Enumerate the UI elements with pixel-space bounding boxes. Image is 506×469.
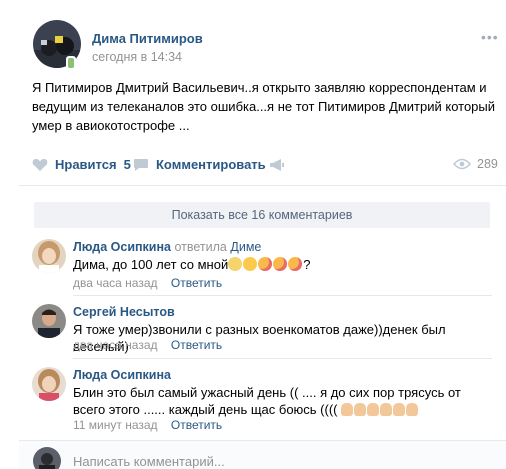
praying-hands-emoji-icon xyxy=(341,403,354,416)
views-count: 289 xyxy=(477,157,498,171)
comment-text: Дима, до 100 лет со мной? xyxy=(73,256,493,273)
kiss-emoji-icon xyxy=(273,257,288,271)
reply-prefix: ответила xyxy=(174,240,227,254)
divider xyxy=(19,185,506,186)
kiss-emoji-icon xyxy=(258,257,273,271)
comment-time[interactable]: два часа назад xyxy=(73,338,158,352)
comment-text-tail: ? xyxy=(303,257,311,272)
reply-button[interactable]: Ответить xyxy=(171,276,222,290)
show-all-comments-button[interactable]: Показать все 16 комментариев xyxy=(34,202,490,228)
comment-text: Блин это был самый ужасный день (( .... … xyxy=(73,384,483,418)
comment-author-avatar[interactable] xyxy=(32,304,66,338)
praying-hands-emoji-icon xyxy=(380,403,393,416)
divider xyxy=(73,295,492,296)
comment-button[interactable]: Комментировать xyxy=(133,157,266,172)
ellipsis-icon[interactable]: ••• xyxy=(481,29,499,45)
kiss-emoji-icon xyxy=(288,257,303,271)
comment-meta: два часа назад Ответить xyxy=(73,276,222,290)
smiling-face-emoji-icon xyxy=(243,257,258,271)
like-count: 5 xyxy=(123,157,131,172)
comment-meta: два часа назад Ответить xyxy=(73,338,222,352)
comment-author-name[interactable]: Люда Осипкина xyxy=(73,240,171,254)
post-text: Я Питимиров Дмитрий Васильевич..я открыт… xyxy=(32,80,496,133)
comment-time[interactable]: 11 минут назад xyxy=(73,418,158,432)
praying-hands-emoji-icon xyxy=(367,403,380,416)
comment-label: Комментировать xyxy=(156,157,266,172)
online-mobile-icon xyxy=(66,56,76,70)
post-timestamp[interactable]: сегодня в 14:34 xyxy=(92,50,182,64)
heart-icon xyxy=(32,158,48,171)
reply-to-link[interactable]: Диме xyxy=(230,240,261,254)
comment-text-main: Дима, до 100 лет со мной xyxy=(73,257,229,272)
comment-icon xyxy=(134,158,148,171)
praying-hands-emoji-icon xyxy=(406,403,419,416)
comment-author-avatar[interactable] xyxy=(32,367,66,401)
comment-author-avatar[interactable] xyxy=(32,239,66,273)
comment-author-name[interactable]: Люда Осипкина xyxy=(73,368,171,382)
megaphone-icon xyxy=(270,159,284,171)
post-author-name[interactable]: Дима Питимиров xyxy=(92,31,203,46)
comment-meta: 11 минут назад Ответить xyxy=(73,418,222,432)
post-card: Дима Питимиров сегодня в 14:34 ••• Я Пит… xyxy=(19,0,506,469)
eye-icon xyxy=(453,158,471,170)
current-user-avatar[interactable] xyxy=(33,447,61,469)
praying-hands-emoji-icon xyxy=(354,403,367,416)
dizzy-face-emoji-icon xyxy=(228,257,243,271)
reply-button[interactable]: Ответить xyxy=(171,418,222,432)
post-actions: Нравится 5 Комментировать 289 xyxy=(19,150,506,180)
comment-author-name[interactable]: Сергей Несытов xyxy=(73,305,175,319)
comment-composer: Написать комментарий... xyxy=(19,440,506,469)
comment-time[interactable]: два часа назад xyxy=(73,276,158,290)
divider xyxy=(73,358,492,359)
like-button[interactable]: Нравится 5 xyxy=(32,157,131,172)
reply-button[interactable]: Ответить xyxy=(171,338,222,352)
praying-hands-emoji-icon xyxy=(393,403,406,416)
views-counter: 289 xyxy=(453,157,498,171)
comment-author[interactable]: Люда Осипкина ответила Диме xyxy=(73,240,261,254)
comment-input[interactable]: Написать комментарий... xyxy=(73,454,225,469)
like-label: Нравится xyxy=(55,157,117,172)
share-button[interactable] xyxy=(269,158,285,172)
